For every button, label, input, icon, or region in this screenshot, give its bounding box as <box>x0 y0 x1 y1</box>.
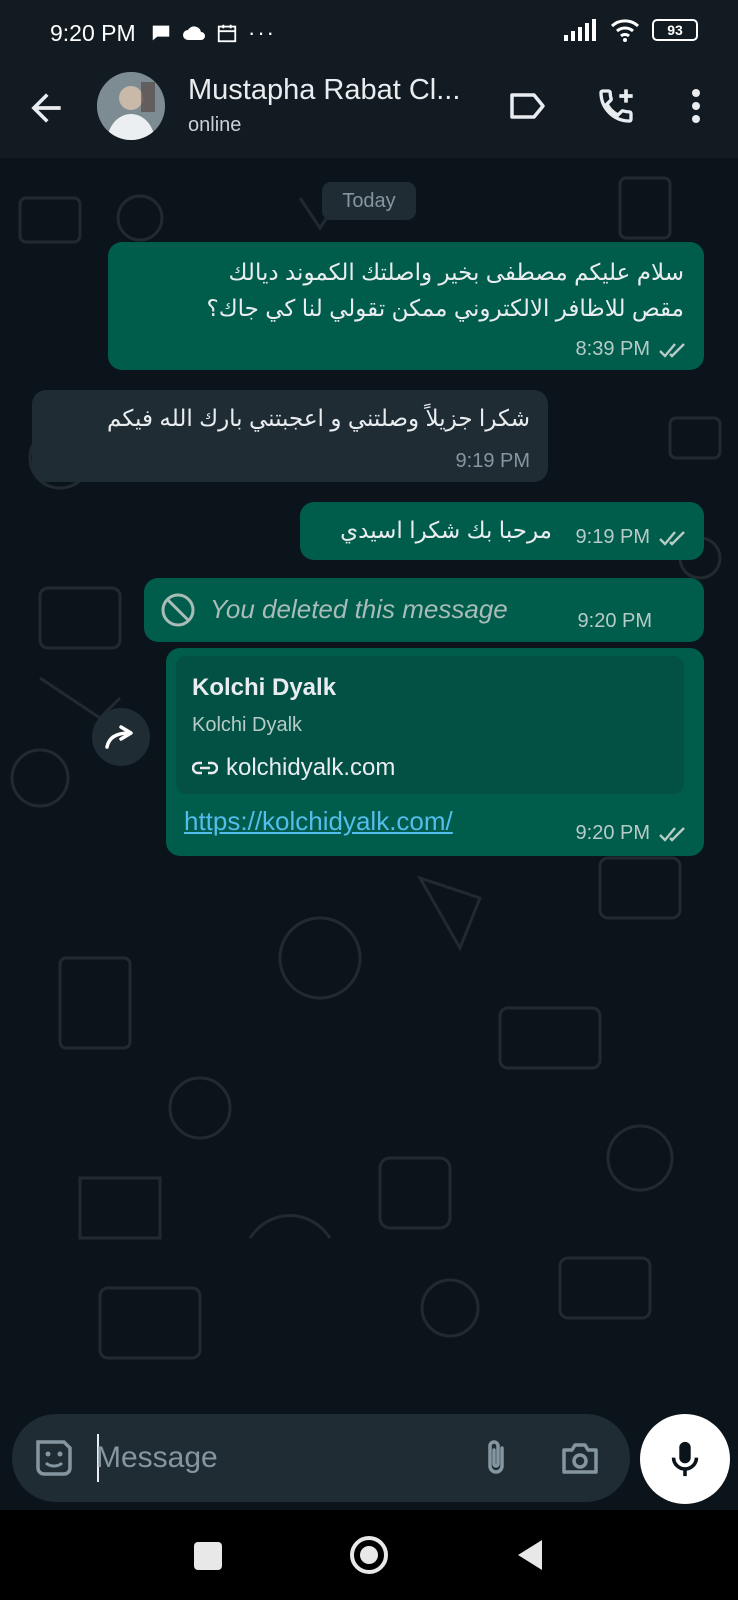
link-preview-card[interactable]: Kolchi Dyalk Kolchi Dyalk kolchidyalk.co… <box>176 656 684 794</box>
label-tag-icon <box>510 93 545 119</box>
battery-indicator: 93 <box>652 19 698 41</box>
outgoing-message[interactable]: مرحبا بك شكرا اسيدي 9:19 PM <box>300 502 704 560</box>
double-check-icon <box>659 342 685 358</box>
message-time: 9:20 PM <box>577 610 652 632</box>
message-text-line-2: مقص للاظافر الالكتروني ممكن تقولي لنا كي… <box>206 295 684 321</box>
forward-button[interactable] <box>92 708 150 766</box>
message-meta: 8:39 PM <box>576 338 688 361</box>
back-nav-button[interactable] <box>516 1538 544 1577</box>
wifi-icon <box>610 19 640 42</box>
paperclip-icon <box>488 1440 504 1474</box>
message-time: 9:20 PM <box>575 822 650 844</box>
message-meta: 9:20 PM <box>576 822 688 845</box>
forward-arrow-icon <box>105 725 133 749</box>
arrow-left-icon <box>31 93 61 123</box>
prohibited-icon <box>161 593 195 627</box>
notification-icons: ··· <box>150 20 276 46</box>
more-options-button[interactable] <box>672 82 720 130</box>
deleted-message[interactable]: You deleted this message 9:20 PM <box>144 578 704 642</box>
link-preview-domain: kolchidyalk.com <box>226 754 396 781</box>
message-time: 9:19 PM <box>455 450 530 472</box>
link-preview-title: Kolchi Dyalk <box>192 674 337 701</box>
camera-button[interactable] <box>558 1436 602 1480</box>
triangle-back-icon <box>518 1540 542 1570</box>
message-link[interactable]: https://kolchidyalk.com/ <box>184 806 453 837</box>
chat-header: Mustapha Rabat Cl... online <box>0 66 738 158</box>
message-input[interactable] <box>96 1436 456 1480</box>
more-notifications-icon: ··· <box>248 20 276 45</box>
status-bar: 9:20 PM ··· 93 <box>0 0 738 66</box>
back-button[interactable] <box>24 86 68 130</box>
phone-plus-icon <box>599 89 633 123</box>
message-meta: 9:19 PM <box>576 526 688 549</box>
message-text: شكرا جزيلاً وصلتني و اعجبتني بارك الله ف… <box>107 405 530 431</box>
message-text: مرحبا بك شكرا اسيدي <box>340 517 552 543</box>
contact-name[interactable]: Mustapha Rabat Cl... <box>188 74 460 107</box>
signal-icon <box>564 19 596 41</box>
sticker-icon <box>36 1440 72 1476</box>
system-icons: 93 <box>564 18 698 42</box>
deleted-message-text: You deleted this message <box>210 594 508 624</box>
contact-status: online <box>188 114 242 136</box>
message-text-line-1: سلام عليكم مصطفى بخير واصلتك الكموند ديا… <box>228 259 684 285</box>
double-check-icon <box>659 826 685 842</box>
message-meta: 9:20 PM <box>578 610 652 633</box>
recents-button[interactable] <box>194 1542 222 1570</box>
date-separator: Today <box>322 182 416 220</box>
cloud-icon <box>183 26 205 40</box>
sticker-button[interactable] <box>32 1436 76 1480</box>
voice-record-button[interactable] <box>640 1414 730 1504</box>
vertical-dots-icon <box>692 89 700 123</box>
link-message[interactable]: Kolchi Dyalk Kolchi Dyalk kolchidyalk.co… <box>166 648 704 856</box>
add-call-button[interactable] <box>592 82 640 130</box>
outgoing-message[interactable]: سلام عليكم مصطفى بخير واصلتك الكموند ديا… <box>108 242 704 370</box>
link-icon <box>192 761 218 775</box>
attach-button[interactable] <box>474 1436 518 1480</box>
chat-messages-area[interactable]: Today سلام عليكم مصطفى بخير واصلتك الكمو… <box>0 158 738 1410</box>
incoming-message[interactable]: شكرا جزيلاً وصلتني و اعجبتني بارك الله ف… <box>32 390 548 482</box>
home-button[interactable] <box>350 1536 388 1574</box>
message-time: 9:19 PM <box>575 526 650 548</box>
contact-avatar[interactable] <box>97 72 165 140</box>
message-meta: 9:19 PM <box>456 450 530 473</box>
message-time: 8:39 PM <box>575 338 650 360</box>
calendar-icon <box>217 24 237 43</box>
link-preview-subtitle: Kolchi Dyalk <box>192 714 303 736</box>
chat-notification-icon <box>152 25 170 41</box>
label-button[interactable] <box>504 82 552 130</box>
message-composer <box>12 1414 630 1502</box>
status-time: 9:20 PM <box>50 20 136 46</box>
double-check-icon <box>659 530 685 546</box>
system-navigation-bar <box>0 1510 738 1600</box>
microphone-icon <box>671 1441 699 1477</box>
camera-icon <box>562 1443 598 1474</box>
